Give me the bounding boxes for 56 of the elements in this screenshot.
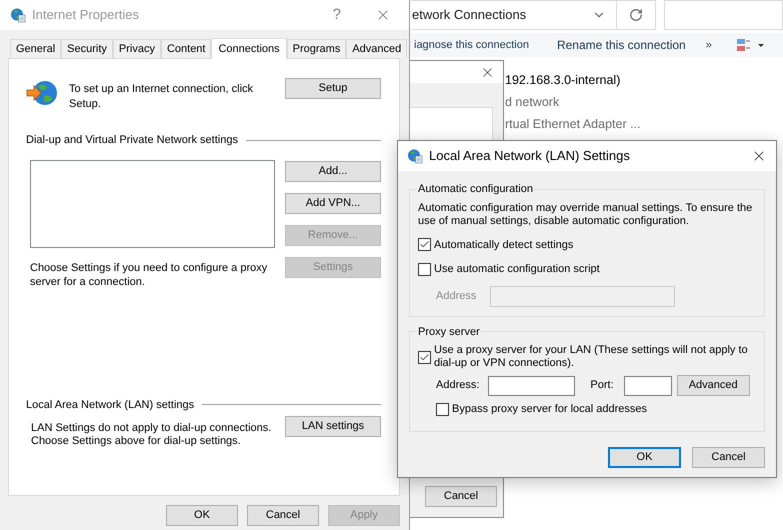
search-field[interactable] — [664, 0, 783, 30]
help-button[interactable]: ? — [332, 4, 341, 26]
refresh-icon[interactable] — [629, 8, 643, 22]
globe-icon — [407, 148, 423, 164]
proxy-note: Choose Settings if you need to configure a proxy server for a connection. — [30, 260, 268, 288]
connection-name: 192.168.3.0-internal) — [505, 72, 622, 89]
description-text: Automatic configuration may override manual settings. To ensure the use of manual settings, disable automatic configuration. — [418, 202, 754, 228]
checkbox[interactable] — [418, 238, 431, 252]
section-heading: Dial-up and Virtual Private Network settings — [26, 133, 238, 148]
checkbox-label: Use a proxy server for your LAN (These settings will not apply to dial-up or VPN connections). — [434, 344, 749, 370]
checkbox[interactable] — [436, 402, 449, 416]
dialog-button[interactable]: Add... — [285, 160, 381, 182]
window-title: Internet Properties — [32, 6, 139, 24]
field-label: Address — [436, 288, 476, 304]
checkbox-label: Automatically detect settings — [434, 238, 574, 252]
connection-device: rtual Ethernet Adapter ... — [505, 116, 642, 133]
tab[interactable]: Privacy — [112, 39, 161, 58]
checkbox-label: Use automatic configuration script — [434, 262, 600, 277]
tab[interactable]: Programs — [286, 39, 346, 58]
address-field[interactable] — [488, 376, 576, 396]
field-label: Port: — [590, 378, 614, 394]
tab[interactable]: Content — [160, 39, 212, 58]
setup-text: To set up an Internet connection, click Setup. — [69, 82, 254, 112]
group-heading: Automatic configuration — [417, 182, 534, 197]
tab[interactable]: Connections — [211, 38, 287, 59]
advanced-button[interactable]: Advanced — [676, 375, 750, 396]
lan-note: LAN Settings do not apply to dial-up connections. Choose Settings above for dial-up settings. — [31, 422, 272, 448]
dialog-button[interactable]: Add VPN... — [285, 192, 381, 214]
checkbox-label: Bypass proxy server for local addresses — [452, 402, 648, 417]
window-title: Local Area Network (LAN) Settings — [429, 147, 630, 166]
connection-list[interactable] — [30, 160, 275, 248]
check-icon — [419, 352, 430, 362]
globe-icon — [10, 7, 26, 23]
field-label: Address: — [436, 378, 480, 394]
address-field[interactable] — [490, 286, 676, 306]
connection-status: d network — [505, 94, 560, 111]
tab[interactable]: General — [10, 39, 62, 58]
cancel-button[interactable]: Cancel — [425, 486, 497, 507]
dialog-button[interactable]: OK — [166, 505, 238, 526]
toolbar-command[interactable]: iagnose this connection — [414, 36, 529, 54]
tab[interactable]: Security — [61, 39, 113, 58]
cancel-button[interactable]: Cancel — [692, 446, 765, 468]
address-bar[interactable]: etwork Connections — [411, 0, 656, 30]
section-heading: Local Area Network (LAN) settings — [26, 398, 194, 412]
tab[interactable]: Advanced — [346, 39, 408, 58]
setup-button[interactable]: Setup — [285, 78, 381, 99]
checkbox[interactable] — [418, 262, 431, 276]
checkbox[interactable] — [418, 350, 431, 364]
lan-settings-button[interactable]: LAN settings — [285, 416, 381, 437]
dialog-button[interactable]: Cancel — [247, 505, 319, 526]
toolbar-command[interactable]: Rename this connection — [556, 36, 686, 54]
view-icon[interactable] — [736, 38, 764, 52]
port-field[interactable] — [624, 376, 672, 396]
more-commands[interactable]: » — [706, 36, 712, 54]
group-heading: Proxy server — [417, 324, 481, 340]
ok-button[interactable]: OK — [608, 446, 681, 468]
